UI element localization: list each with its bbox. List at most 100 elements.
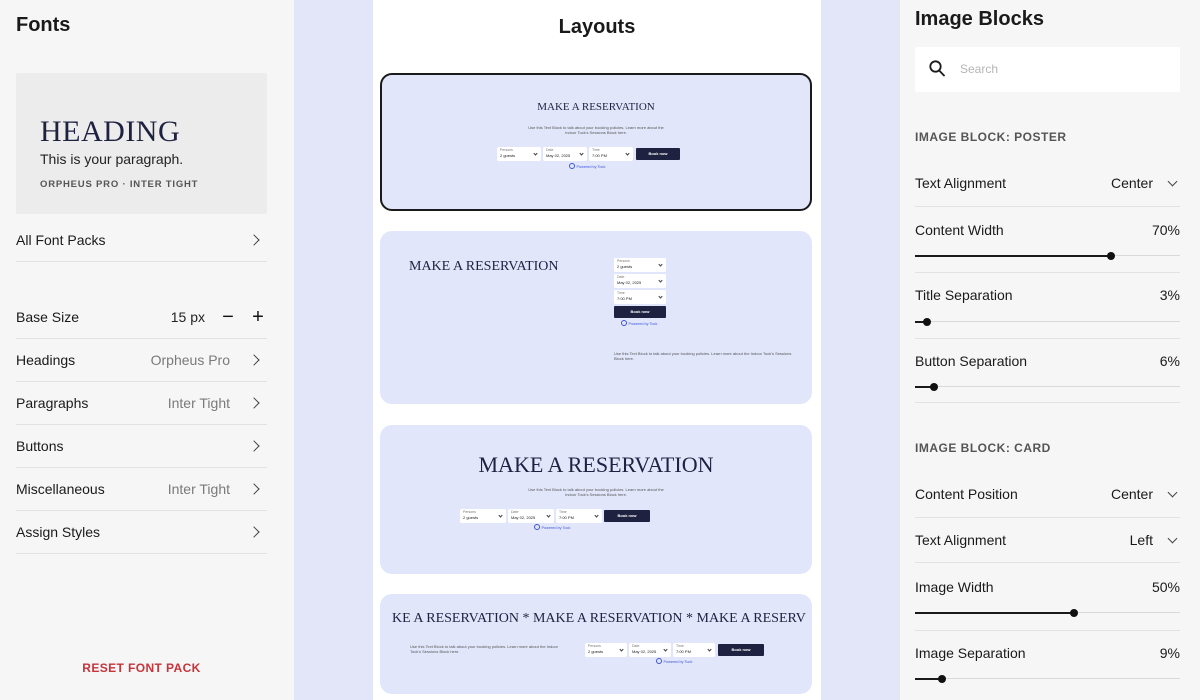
layout-option-large-title[interactable]: MAKE A RESERVATION Use this Text Block t… — [380, 425, 812, 574]
slider-handle[interactable] — [1070, 609, 1078, 617]
chevron-right-icon — [248, 526, 260, 538]
assign-styles-row[interactable]: Assign Styles — [16, 511, 267, 554]
image-width-label: Image Width — [915, 579, 994, 595]
headings-row[interactable]: Headings Orpheus Pro — [16, 339, 267, 382]
fonts-panel-title: Fonts — [16, 14, 71, 36]
miscellaneous-value: Inter Tight — [167, 481, 230, 497]
slider-handle[interactable] — [937, 675, 946, 683]
date-value: May 02, 2025 — [546, 153, 571, 158]
card-text-alignment-row[interactable]: Text Alignment Left — [915, 518, 1180, 563]
buttons-row[interactable]: Buttons — [16, 425, 267, 468]
persons-field[interactable]: Persons 2 guests — [585, 643, 627, 657]
font-pack-preview[interactable]: HEADING This is your paragraph. ORPHEUS … — [16, 73, 267, 214]
persons-label: Persons — [588, 644, 601, 648]
date-field[interactable]: Date May 02, 2025 — [614, 274, 666, 288]
assign-styles-label: Assign Styles — [16, 524, 101, 540]
persons-field[interactable]: Persons 2 guests — [460, 509, 506, 523]
slider-handle[interactable] — [1107, 252, 1116, 260]
content-position-label: Content Position — [915, 486, 1018, 502]
button-separation-label: Button Separation — [915, 353, 1028, 369]
slider-fill — [915, 254, 1112, 257]
slider-handle[interactable] — [929, 383, 938, 391]
persons-value: 2 guests — [588, 649, 604, 654]
chevron-down-icon — [625, 151, 630, 156]
date-field[interactable]: Date May 02, 2025 — [508, 509, 554, 523]
preview-paragraph: This is your paragraph. — [40, 151, 184, 167]
button-separation-slider[interactable] — [915, 382, 1180, 392]
title-separation-value: 3% — [1159, 287, 1180, 303]
book-now-button[interactable]: Book now — [604, 510, 650, 522]
decrease-size-button[interactable]: − — [219, 307, 237, 327]
chevron-down-icon — [1167, 533, 1178, 543]
search-input[interactable] — [960, 59, 1160, 79]
content-position-row[interactable]: Content Position Center — [915, 473, 1180, 518]
chevron-down-icon — [498, 513, 503, 518]
image-separation-value: 9% — [1159, 645, 1180, 661]
text-alignment-select[interactable]: Left — [1130, 532, 1180, 548]
chevron-down-icon — [1167, 176, 1178, 186]
persons-field[interactable]: Persons 2 guests — [497, 147, 541, 161]
slider-handle[interactable] — [922, 318, 931, 326]
reservation-marquee: KE A RESERVATION * MAKE A RESERVATION * … — [392, 611, 806, 626]
reset-font-pack-button[interactable]: RESET FONT PACK — [16, 661, 267, 675]
time-field[interactable]: Time 7:00 PM — [673, 643, 715, 657]
content-width-slider[interactable] — [915, 251, 1180, 261]
all-font-packs-row[interactable]: All Font Packs — [16, 219, 267, 262]
persons-label: Persons — [500, 148, 513, 152]
time-value: 7:00 PM — [592, 153, 607, 158]
reservation-body-text: Use this Text Block to talk about your b… — [614, 351, 792, 361]
content-position-value: Center — [1110, 486, 1153, 502]
date-field[interactable]: Date May 02, 2025 — [629, 643, 671, 657]
base-size-label: Base Size — [16, 309, 80, 325]
layout-option-split[interactable]: MAKE A RESERVATION Persons 2 guests Date… — [380, 231, 812, 404]
headings-label: Headings — [16, 352, 76, 368]
chevron-down-icon — [619, 647, 624, 652]
reservation-title: MAKE A RESERVATION — [478, 452, 714, 477]
time-value: 7:00 PM — [559, 515, 574, 520]
powered-by-tock: Powered by Tock — [569, 163, 606, 169]
poster-section-heading: IMAGE BLOCK: POSTER — [915, 130, 1067, 144]
paragraphs-label: Paragraphs — [16, 395, 89, 411]
time-value: 7:00 PM — [617, 296, 632, 301]
chevron-down-icon — [594, 513, 599, 518]
button-separation-value: 6% — [1159, 353, 1180, 369]
content-position-select[interactable]: Center — [1111, 486, 1180, 502]
book-now-button[interactable]: Book now — [614, 306, 666, 318]
powered-by-tock: Powered by Tock — [534, 524, 571, 530]
persons-value: 2 guests — [463, 515, 479, 520]
image-width-slider[interactable] — [915, 608, 1180, 618]
layout-option-centered[interactable]: MAKE A RESERVATION Use this Text Block t… — [380, 73, 812, 211]
slider-track — [915, 321, 1180, 322]
layout-option-marquee[interactable]: KE A RESERVATION * MAKE A RESERVATION * … — [380, 594, 812, 694]
chevron-right-icon — [248, 483, 260, 495]
time-field[interactable]: Time 7:00 PM — [589, 147, 633, 161]
persons-field[interactable]: Persons 2 guests — [614, 258, 666, 272]
layouts-panel-title: Layouts — [558, 16, 636, 38]
reservation-title: MAKE A RESERVATION — [537, 101, 655, 113]
base-size-value: 15 px — [170, 309, 205, 325]
persons-value: 2 guests — [617, 264, 633, 269]
chevron-right-icon — [248, 354, 260, 366]
chevron-down-icon — [546, 513, 551, 518]
book-now-button[interactable]: Book now — [718, 644, 764, 656]
image-separation-slider[interactable] — [915, 674, 1180, 684]
text-alignment-value: Center — [1110, 175, 1153, 191]
image-width-value: 50% — [1151, 579, 1180, 595]
book-now-button[interactable]: Book now — [636, 148, 680, 160]
title-separation-slider[interactable] — [915, 317, 1180, 327]
all-font-packs-label: All Font Packs — [16, 232, 106, 248]
increase-size-button[interactable]: + — [249, 307, 267, 327]
date-field[interactable]: Date May 02, 2025 — [543, 147, 587, 161]
time-field[interactable]: Time 7:00 PM — [556, 509, 602, 523]
chevron-right-icon — [248, 234, 260, 246]
poster-text-alignment-row[interactable]: Text Alignment Center — [915, 162, 1180, 207]
slider-fill — [915, 611, 1074, 614]
time-field[interactable]: Time 7:00 PM — [614, 290, 666, 304]
title-separation-label: Title Separation — [915, 287, 1013, 303]
miscellaneous-row[interactable]: Miscellaneous Inter Tight — [16, 468, 267, 511]
slider-track — [915, 386, 1180, 387]
paragraphs-row[interactable]: Paragraphs Inter Tight — [16, 382, 267, 425]
text-alignment-label: Text Alignment — [915, 175, 1007, 191]
buttons-label: Buttons — [16, 438, 64, 454]
text-alignment-select[interactable]: Center — [1111, 175, 1180, 191]
